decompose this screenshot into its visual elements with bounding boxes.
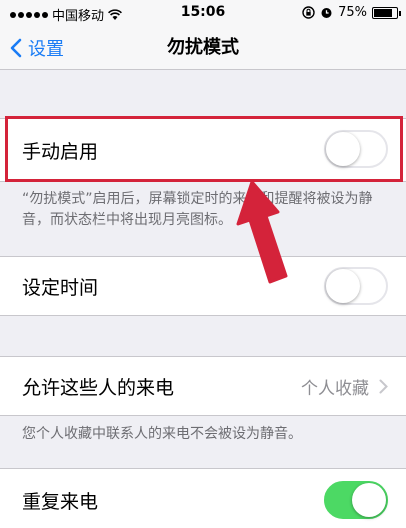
lock-rotation-icon — [302, 6, 315, 19]
chevron-right-icon — [379, 379, 388, 393]
status-bar: 中国移动 15:06 75% — [0, 0, 406, 26]
repeat-calls-label: 重复来电 — [22, 490, 99, 513]
repeat-calls-row[interactable]: 重复来电 — [0, 468, 406, 528]
manual-enable-toggle[interactable] — [324, 130, 388, 168]
toggle-knob — [352, 483, 386, 517]
battery-percent: 75% — [338, 5, 367, 20]
status-right: 75% — [302, 5, 401, 20]
allow-calls-footnote: 您个人收藏中联系人的来电不会被设为静音。 — [22, 426, 302, 442]
page-title: 勿扰模式 — [167, 37, 239, 58]
scheduled-row[interactable]: 设定时间 — [0, 256, 406, 316]
alarm-icon — [321, 8, 332, 18]
navigation-bar: 设置 勿扰模式 — [0, 26, 406, 70]
manual-enable-label: 手动启用 — [22, 140, 99, 163]
toggle-knob — [326, 132, 360, 166]
scheduled-toggle[interactable] — [324, 267, 388, 305]
allow-calls-row[interactable]: 允许这些人的来电 个人收藏 — [0, 356, 406, 416]
repeat-calls-toggle[interactable] — [324, 481, 388, 519]
toggle-knob — [326, 269, 360, 303]
allow-calls-label: 允许这些人的来电 — [22, 376, 175, 399]
allow-calls-detail: 个人收藏 — [301, 357, 388, 415]
battery-icon — [372, 6, 401, 19]
scheduled-label: 设定时间 — [22, 276, 99, 299]
manual-enable-footnote: “勿扰模式”启用后，屏幕锁定时的来电和提醒将被设为静音，而状态栏中将出现月亮图标… — [22, 191, 373, 228]
manual-enable-row[interactable]: 手动启用 — [0, 118, 406, 182]
allow-calls-value: 个人收藏 — [301, 378, 369, 399]
